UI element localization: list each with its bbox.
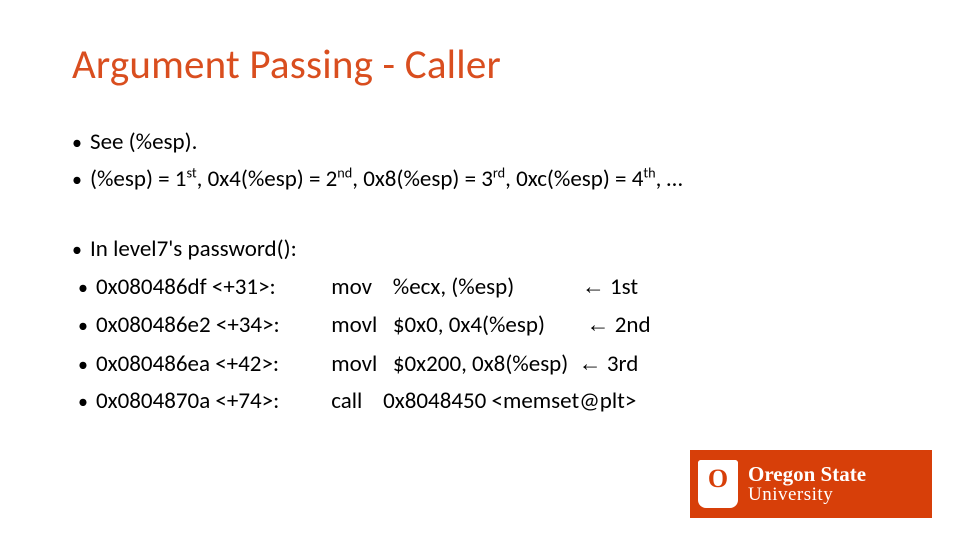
text-fragment: (%esp) = 1 (90, 165, 186, 193)
bullet-3: In level7's password(): (72, 233, 888, 266)
text-fragment: , … (656, 165, 683, 193)
bullet-dot (72, 233, 90, 266)
code-row-1: 0x080486df <+31>: mov %ecx, (%esp) ← 1st (72, 270, 888, 304)
bullet-dot (72, 163, 90, 196)
code-line: 0x0804870a <+74>: call 0x8048450 <memset… (96, 385, 636, 418)
code-row-3: 0x080486ea <+42>: movl $0x200, 0x8(%esp)… (72, 347, 888, 381)
bullet-dot (72, 126, 90, 159)
code-row-2: 0x080486e2 <+34>: movl $0x0, 0x4(%esp) ←… (72, 308, 888, 342)
text-fragment: , 0xc(%esp) = 4 (505, 165, 643, 193)
slide: Argument Passing - Caller See (%esp). (%… (0, 0, 960, 540)
code-note: 2nd (610, 311, 651, 339)
oregon-state-logo: O Oregon State University (690, 450, 932, 518)
text-fragment: , 0x4(%esp) = 2 (197, 165, 338, 193)
ordinal-sup: st (186, 164, 196, 182)
slide-title: Argument Passing - Caller (72, 40, 888, 90)
bullet-dot (78, 385, 96, 418)
bullet-dot (78, 348, 96, 381)
arrow-left-icon: ← (579, 350, 602, 376)
ordinal-sup: th (643, 164, 655, 182)
logo-text: Oregon State University (748, 464, 866, 505)
code-instruction: movl $0x0, 0x4(%esp) (331, 311, 581, 339)
bullet-text: (%esp) = 1st, 0x4(%esp) = 2nd, 0x8(%esp)… (90, 163, 682, 196)
spacer (72, 201, 888, 229)
code-note: 3rd (602, 350, 639, 378)
code-line: 0x080486e2 <+34>: movl $0x0, 0x4(%esp) ←… (96, 308, 651, 342)
code-note: 1st (605, 273, 638, 301)
code-address: 0x080486ea <+42>: (96, 348, 326, 381)
code-line: 0x080486ea <+42>: movl $0x200, 0x8(%esp)… (96, 347, 638, 381)
arrow-left-icon: ← (582, 273, 605, 299)
ordinal-sup: rd (493, 164, 505, 182)
code-instruction: call 0x8048450 <memset@plt> (331, 387, 636, 415)
code-address: 0x080486df <+31>: (96, 271, 326, 304)
ordinal-sup: nd (337, 164, 352, 182)
code-line: 0x080486df <+31>: mov %ecx, (%esp) ← 1st (96, 270, 638, 304)
bullet-1: See (%esp). (72, 126, 888, 159)
bullet-text: See (%esp). (90, 126, 197, 159)
code-instruction: mov %ecx, (%esp) (331, 273, 576, 301)
code-row-4: 0x0804870a <+74>: call 0x8048450 <memset… (72, 385, 888, 418)
code-address: 0x080486e2 <+34>: (96, 309, 326, 342)
bullet-2: (%esp) = 1st, 0x4(%esp) = 2nd, 0x8(%esp)… (72, 163, 888, 196)
bullet-dot (78, 309, 96, 342)
bullet-dot (78, 271, 96, 304)
code-address: 0x0804870a <+74>: (96, 385, 326, 418)
arrow-left-icon: ← (587, 311, 610, 337)
logo-mark: O (708, 464, 728, 494)
logo-line-2: University (748, 485, 866, 504)
logo-line-1: Oregon State (748, 464, 866, 485)
bullet-list: See (%esp). (%esp) = 1st, 0x4(%esp) = 2n… (72, 126, 888, 418)
bullet-text: In level7's password(): (90, 233, 297, 266)
logo-shield-icon: O (698, 460, 738, 508)
code-instruction: movl $0x200, 0x8(%esp) (331, 350, 573, 378)
text-fragment: , 0x8(%esp) = 3 (352, 165, 493, 193)
